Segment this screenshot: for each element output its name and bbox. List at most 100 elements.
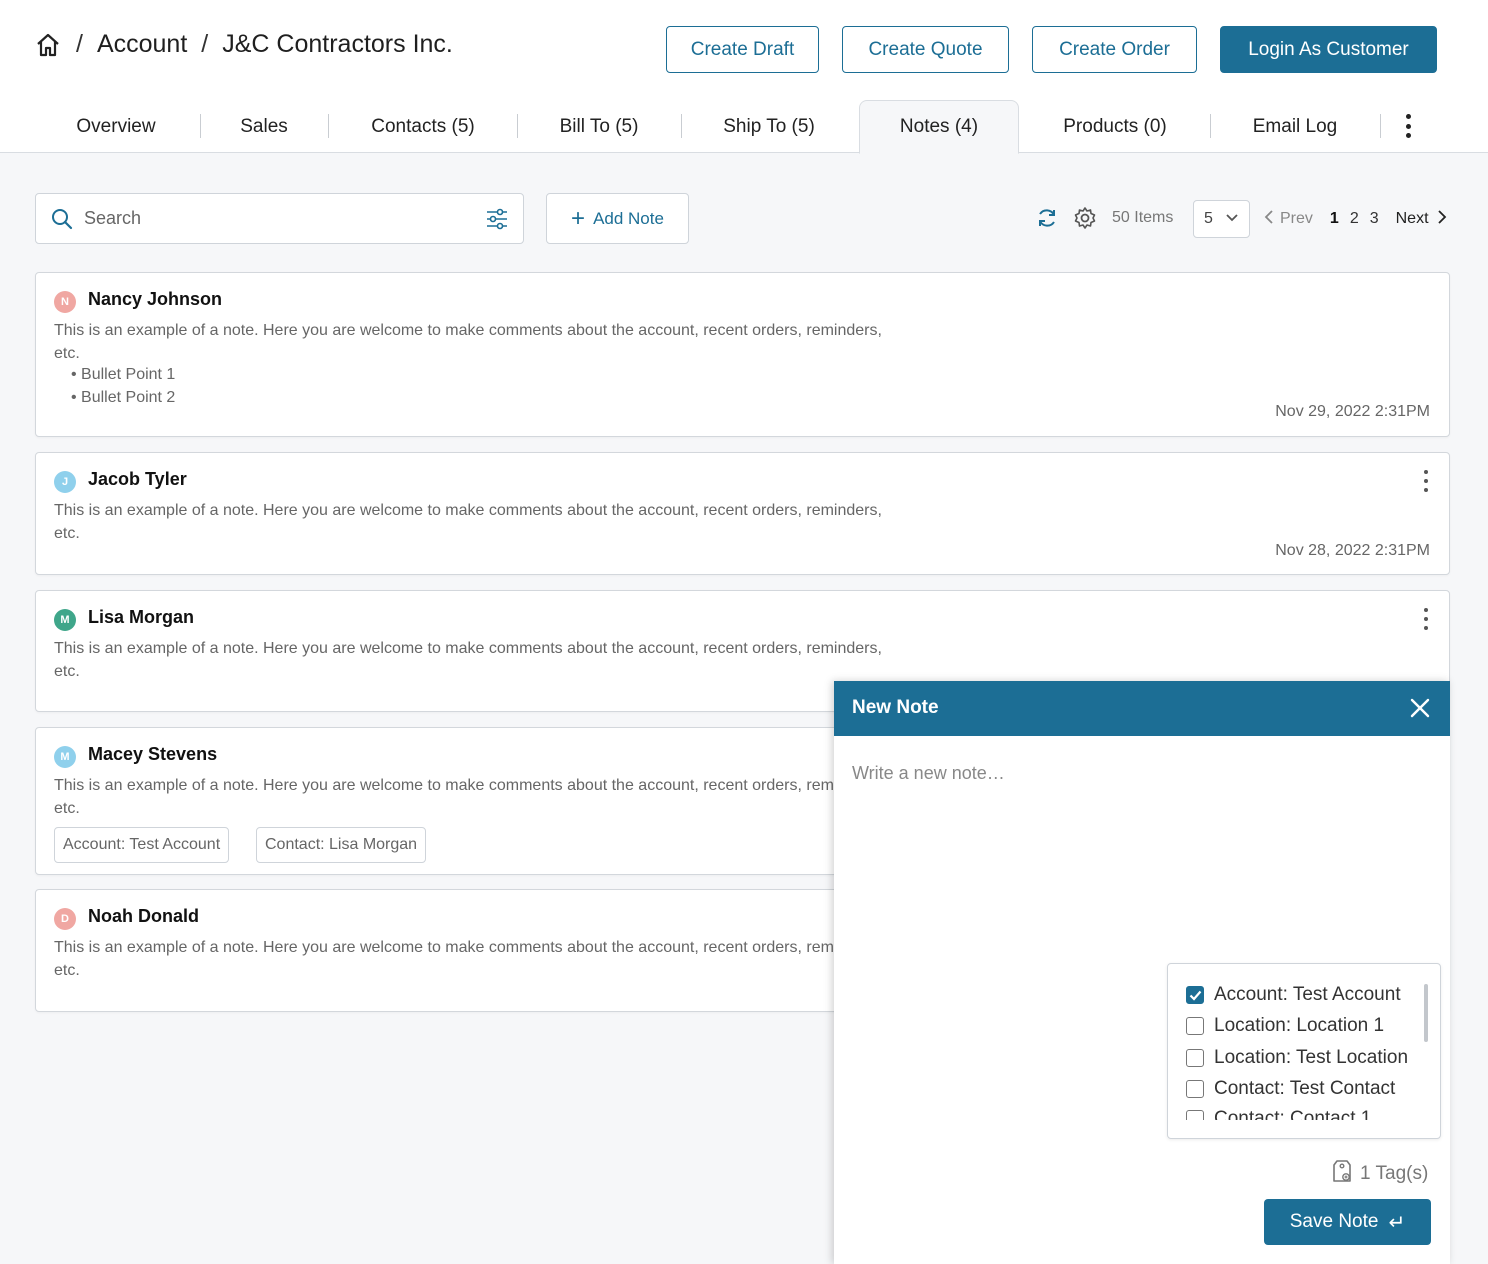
breadcrumb: / Account / J&C Contractors Inc. — [34, 30, 453, 59]
scrollbar[interactable] — [1424, 984, 1428, 1042]
close-icon[interactable] — [1410, 698, 1430, 718]
home-icon[interactable] — [34, 31, 62, 59]
tag-selector[interactable]: Account: Test Account Location: Location… — [1167, 963, 1441, 1139]
avatar: M — [54, 609, 76, 631]
add-note-button[interactable]: + Add Note — [546, 193, 689, 244]
login-as-customer-button[interactable]: Login As Customer — [1220, 26, 1437, 73]
new-note-title: New Note — [852, 697, 939, 718]
tag-icon — [1332, 1158, 1352, 1190]
note-author: Noah Donald — [88, 906, 199, 926]
note-tag: Account: Test Account — [54, 827, 230, 863]
more-tabs-icon[interactable] — [1404, 114, 1412, 138]
tag-list: Account: Test Account Location: Location… — [1168, 964, 1440, 1120]
note-body: This is an example of a note. Here you a… — [54, 777, 882, 817]
tag-count-label: 1 Tag(s) — [1360, 1163, 1429, 1184]
page-link-2[interactable]: 2 — [1350, 210, 1359, 228]
checkbox[interactable] — [1186, 1080, 1204, 1098]
note-body: This is an example of a note. Here you a… — [54, 939, 882, 979]
prev-page-link[interactable]: Prev — [1280, 210, 1313, 228]
checkbox[interactable] — [1186, 1110, 1204, 1120]
create-order-button[interactable]: Create Order — [1032, 26, 1197, 73]
page-size-select[interactable]: 5 — [1193, 200, 1250, 238]
tab-divider — [1380, 114, 1381, 138]
breadcrumb-separator: / — [201, 30, 209, 58]
avatar: J — [54, 471, 76, 493]
search-input[interactable]: Search — [84, 208, 141, 229]
note-body: This is an example of a note. Here you a… — [54, 322, 882, 362]
tag-option-label: Location: Location 1 — [1214, 1015, 1385, 1036]
tag-option[interactable]: Location: Test Location — [1186, 1047, 1408, 1069]
tab-overview[interactable]: Overview — [40, 100, 192, 153]
tab-sales[interactable]: Sales — [205, 100, 323, 153]
gear-icon[interactable] — [1073, 206, 1097, 235]
note-author: Lisa Morgan — [88, 607, 195, 627]
tag-option-label: Contact: Contact 1 — [1214, 1108, 1372, 1120]
tag-option-label: Contact: Test Contact — [1214, 1078, 1396, 1099]
note-textarea[interactable]: Write a new note… — [852, 763, 1005, 784]
note-menu-icon[interactable] — [1422, 470, 1430, 492]
tab-divider — [1210, 114, 1211, 138]
search-box[interactable]: Search — [35, 193, 524, 244]
tab-bill-to[interactable]: Bill To (5) — [522, 100, 676, 153]
add-note-label: Add Note — [593, 208, 664, 228]
chevron-left-icon[interactable] — [1264, 209, 1274, 230]
filter-icon[interactable] — [485, 208, 509, 235]
note-bullets: • Bullet Point 1 • Bullet Point 2 — [71, 364, 175, 409]
search-icon — [51, 208, 73, 235]
refresh-icon[interactable] — [1035, 206, 1059, 235]
pagination: Prev 1 2 3 Next — [1264, 200, 1447, 238]
tab-products[interactable]: Products (0) — [1024, 100, 1206, 153]
avatar: N — [54, 291, 76, 313]
breadcrumb-company: J&C Contractors Inc. — [222, 30, 453, 58]
next-page-link[interactable]: Next — [1396, 210, 1429, 228]
note-body: This is an example of a note. Here you a… — [54, 502, 882, 542]
tab-ship-to[interactable]: Ship To (5) — [686, 100, 852, 153]
note-date: Nov 28, 2022 2:31PM — [1275, 542, 1430, 559]
tab-bar: Overview Sales Contacts (5) Bill To (5) … — [0, 100, 1488, 154]
tab-notes[interactable]: Notes (4) — [859, 100, 1019, 154]
enter-icon: ↵ — [1388, 1211, 1406, 1234]
tag-option[interactable]: Location: Location 1 — [1186, 1015, 1384, 1037]
page-link-1[interactable]: 1 — [1330, 210, 1339, 228]
checkbox-checked[interactable] — [1186, 986, 1204, 1004]
note-date: Nov 29, 2022 2:31PM — [1275, 403, 1430, 420]
note-author: Nancy Johnson — [88, 289, 223, 309]
new-note-panel: New Note Write a new note… Account: Test… — [834, 681, 1450, 1264]
tag-option-label: Account: Test Account — [1214, 984, 1401, 1005]
note-card: J Jacob Tyler This is an example of a no… — [35, 452, 1450, 575]
tab-divider — [517, 114, 518, 138]
tag-option[interactable]: Account: Test Account — [1186, 984, 1401, 1006]
note-card: N Nancy Johnson This is an example of a … — [35, 272, 1450, 437]
breadcrumb-separator: / — [76, 30, 83, 58]
items-count: 50 Items — [1112, 209, 1174, 226]
chevron-right-icon[interactable] — [1437, 209, 1447, 230]
tab-divider — [328, 114, 329, 138]
checkbox[interactable] — [1186, 1049, 1204, 1067]
tag-option[interactable]: Contact: Contact 1 — [1186, 1108, 1371, 1120]
tag-count: 1 Tag(s) — [1332, 1158, 1428, 1190]
note-author: Jacob Tyler — [88, 469, 187, 489]
note-body: This is an example of a note. Here you a… — [54, 640, 882, 680]
save-note-button[interactable]: Save Note ↵ — [1264, 1199, 1431, 1245]
tab-divider — [681, 114, 682, 138]
create-quote-button[interactable]: Create Quote — [842, 26, 1009, 73]
avatar: M — [54, 746, 76, 768]
checkbox[interactable] — [1186, 1017, 1204, 1035]
save-note-label: Save Note — [1289, 1211, 1379, 1232]
tab-contacts[interactable]: Contacts (5) — [334, 100, 512, 153]
breadcrumb-account[interactable]: Account — [97, 30, 187, 59]
bullet-item: • Bullet Point 2 — [71, 388, 176, 406]
note-tag: Contact: Lisa Morgan — [256, 827, 427, 863]
page-size-value: 5 — [1204, 210, 1213, 227]
avatar: D — [54, 908, 76, 930]
tag-option-label: Location: Test Location — [1214, 1047, 1409, 1068]
create-draft-button[interactable]: Create Draft — [666, 26, 819, 73]
note-author: Macey Stevens — [88, 744, 218, 764]
tab-email-log[interactable]: Email Log — [1215, 100, 1375, 153]
chevron-down-icon — [1225, 210, 1239, 228]
tab-divider — [200, 114, 201, 138]
tag-option[interactable]: Contact: Test Contact — [1186, 1078, 1395, 1100]
note-menu-icon[interactable] — [1422, 608, 1430, 630]
page-link-3[interactable]: 3 — [1370, 210, 1379, 228]
plus-icon: + — [571, 204, 586, 232]
